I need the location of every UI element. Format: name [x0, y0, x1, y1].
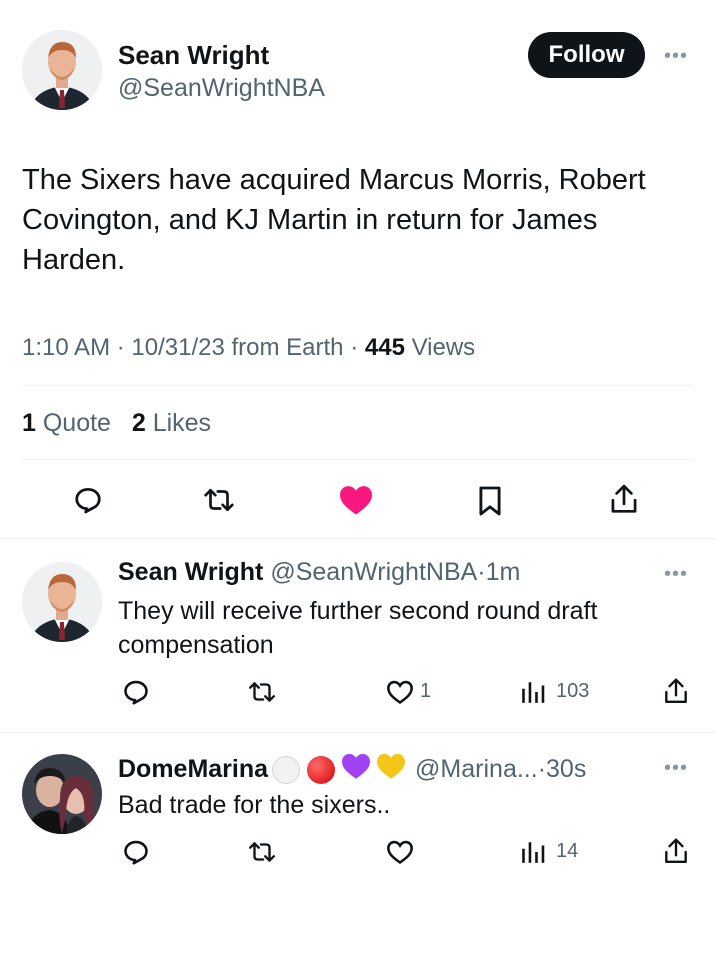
likes-stat[interactable]: 2 Likes [132, 409, 211, 437]
views-icon[interactable] [518, 836, 548, 868]
follow-button[interactable]: Follow [528, 32, 645, 78]
like-icon[interactable] [384, 676, 416, 708]
reply-icon[interactable] [120, 836, 152, 868]
quotes-count: 1 [22, 409, 36, 437]
author-name[interactable]: Sean Wright [118, 558, 263, 586]
views-icon[interactable] [518, 676, 548, 708]
views-count: 103 [556, 680, 590, 702]
views-label: Views [411, 334, 476, 361]
retweet-icon[interactable] [199, 482, 239, 518]
divider [0, 538, 716, 539]
bookmark-icon[interactable] [472, 482, 508, 520]
share-icon[interactable] [660, 834, 692, 868]
reply-header: Sean Wright @SeanWrightNBA·1m [118, 558, 520, 587]
likes-label: Likes [152, 409, 212, 437]
author-name[interactable]: Sean Wright [118, 40, 269, 71]
reply-text-line-2: compensation [118, 631, 274, 659]
separator: · [537, 755, 547, 783]
quotes-stat[interactable]: 1 Quote [22, 409, 118, 437]
like-icon[interactable] [384, 836, 416, 868]
quotes-label: Quote [42, 409, 111, 437]
engagement-stats: 1 Quote 2 Likes [22, 409, 211, 438]
yellow-heart-icon [375, 752, 407, 787]
reply-time[interactable]: 30s [546, 755, 586, 784]
more-options-icon[interactable]: ••• [664, 46, 688, 66]
purple-heart-icon [340, 752, 372, 787]
divider [22, 385, 694, 386]
avatar[interactable] [22, 754, 102, 834]
views-count: 445 [364, 334, 405, 361]
divider [0, 732, 716, 733]
author-name[interactable]: DomeMarina [118, 755, 268, 784]
tweet-text: The Sixers have acquired Marcus Morris, … [22, 164, 646, 276]
reply-time[interactable]: 1m [486, 558, 521, 586]
tweet-source: from Earth [231, 334, 344, 361]
more-options-icon[interactable]: ••• [664, 758, 688, 778]
white-circle-icon [272, 755, 301, 784]
more-options-icon[interactable]: ••• [664, 564, 688, 584]
separator: · [350, 334, 359, 361]
divider [22, 459, 694, 460]
share-icon[interactable] [606, 480, 642, 518]
retweet-icon[interactable] [244, 676, 280, 708]
reply-icon[interactable] [70, 482, 106, 518]
author-handle[interactable]: @SeanWrightNBA [118, 74, 325, 103]
red-circle-icon [307, 755, 336, 784]
avatar[interactable] [22, 30, 102, 110]
reply-text-line-1: They will receive further second round d… [118, 597, 598, 625]
tweet-meta: 1:10 AM · 10/31/23 from Earth · 445 View… [22, 334, 475, 362]
tweet-time[interactable]: 1:10 AM [22, 334, 110, 361]
reply-icon[interactable] [120, 676, 152, 708]
reply-header: DomeMarina @Marina... · 30s [118, 752, 586, 787]
tweet-date[interactable]: 10/31/23 [131, 334, 224, 361]
likes-count: 2 [131, 409, 146, 437]
avatar[interactable] [22, 562, 102, 642]
like-icon[interactable] [336, 482, 376, 518]
author-handle[interactable]: @Marina... [415, 755, 538, 784]
retweet-icon[interactable] [244, 836, 280, 868]
share-icon[interactable] [660, 674, 692, 708]
like-count: 1 [420, 680, 432, 702]
separator: · [477, 558, 486, 586]
views-count: 14 [556, 840, 579, 862]
reply-text-line-1: Bad trade for the sixers.. [118, 791, 391, 819]
separator: · [116, 334, 125, 361]
author-handle[interactable]: @SeanWrightNBA [270, 558, 477, 586]
